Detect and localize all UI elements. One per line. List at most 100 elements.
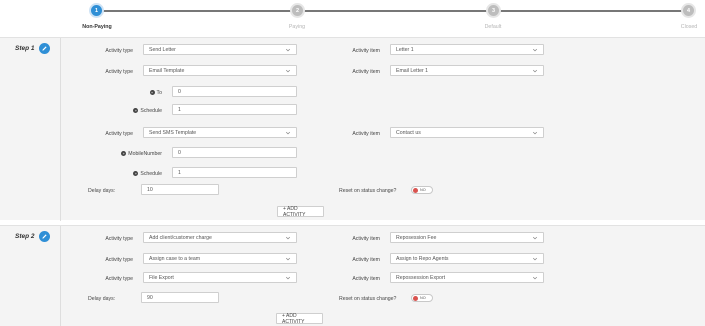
stepper-node-number: 3 (491, 7, 496, 14)
activity-item-select[interactable]: Letter 1 (390, 44, 544, 55)
delay-days-label: Delay days: (88, 296, 116, 302)
select-value: Repossession Export (396, 274, 446, 281)
activity-type-label: Activity type (105, 69, 133, 75)
stepper-label-non-paying: Non-Paying (82, 24, 112, 30)
chevron-down-icon (285, 69, 291, 73)
select-value: Send Letter (149, 46, 176, 53)
stepper-node-number: 2 (295, 7, 300, 14)
schedule-label-text: Schedule (140, 171, 162, 177)
chevron-down-icon (532, 257, 538, 261)
stepper-node-number: 4 (686, 7, 691, 14)
activity-type-select[interactable]: Email Template (143, 65, 297, 76)
step-2-panel: Step 2 Activity type Add client/customer… (0, 225, 705, 326)
activity-item-select[interactable]: Reposession Fee (390, 232, 544, 243)
activity-type-label: Activity type (105, 236, 133, 242)
status-stepper: 1 Non-Paying 2 Paying 3 Default 4 Closed (0, 0, 705, 34)
toggle-text: NO (420, 296, 426, 300)
select-value: Assign case to a team (149, 255, 201, 262)
chevron-down-icon (285, 276, 291, 280)
pencil-icon[interactable] (38, 231, 50, 242)
schedule-label: + Schedule (100, 171, 162, 177)
stepper-label-closed: Closed (680, 24, 698, 30)
activity-type-label: Activity type (105, 257, 133, 263)
stepper-track (97, 10, 687, 12)
select-value: Add client/customer charge (149, 234, 212, 241)
activity-type-select[interactable]: Add client/customer charge (143, 232, 297, 243)
stepper-node-number: 1 (94, 7, 99, 14)
delay-days-label: Delay days: (88, 188, 116, 194)
schedule-input[interactable]: 1 (172, 104, 297, 115)
reset-toggle[interactable]: NO (411, 186, 433, 194)
schedule-label-text: Schedule (140, 108, 162, 114)
activity-item-select[interactable]: Contact us (390, 127, 544, 138)
reset-toggle[interactable]: NO (411, 294, 433, 302)
chevron-down-icon (532, 236, 538, 240)
to-label-text: To (156, 90, 162, 96)
activity-type-select[interactable]: Send SMS Template (143, 127, 297, 138)
activity-item-label: Activity item (352, 276, 380, 282)
pencil-icon[interactable] (38, 43, 50, 54)
plus-circle-icon[interactable]: + (121, 151, 127, 157)
activity-item-select[interactable]: Repossession Export (390, 272, 544, 283)
step-divider (60, 38, 61, 221)
plus-circle-icon[interactable]: + (133, 108, 139, 114)
chevron-down-icon (532, 131, 538, 135)
step-1-panel: Step 1 Activity type Send Letter Activit… (0, 37, 705, 221)
activity-item-label: Activity item (352, 48, 380, 54)
activity-type-label: Activity type (105, 48, 133, 54)
select-value: Send SMS Template (149, 129, 197, 136)
delay-days-input[interactable]: 10 (141, 184, 219, 195)
add-activity-button[interactable]: + ADD ACTIVITY (277, 206, 324, 218)
plus-circle-icon[interactable]: + (133, 171, 139, 177)
select-value: Letter 1 (396, 46, 414, 53)
stepper-node-non-paying[interactable]: 1 (89, 3, 104, 18)
stepper-node-default[interactable]: 3 (486, 3, 501, 18)
add-activity-button[interactable]: + ADD ACTIVITY (276, 313, 323, 325)
toggle-knob (413, 187, 418, 193)
select-value: Email Template (149, 67, 185, 74)
mobile-number-label: + MobileNumber (100, 151, 162, 157)
stepper-label-default: Default (484, 24, 502, 30)
chevron-down-icon (532, 48, 538, 52)
stepper-label-paying: Paying (288, 24, 306, 30)
schedule-input[interactable]: 1 (172, 167, 297, 178)
step-1-title: Step 1 (15, 45, 35, 52)
select-value: Assign to Repo Agents (396, 255, 449, 262)
stepper-node-paying[interactable]: 2 (290, 3, 305, 18)
plus-circle-icon[interactable]: + (149, 90, 155, 96)
toggle-text: NO (420, 188, 426, 192)
chevron-down-icon (285, 131, 291, 135)
delay-days-input[interactable]: 90 (141, 292, 219, 303)
select-value: Email Letter 1 (396, 67, 429, 74)
select-value: Contact us (396, 129, 421, 136)
mobile-number-label-text: MobileNumber (128, 151, 162, 157)
activity-type-select[interactable]: Send Letter (143, 44, 297, 55)
activity-type-label: Activity type (105, 276, 133, 282)
step-2-header: Step 2 (15, 231, 50, 242)
select-value: File Export (149, 274, 174, 281)
chevron-down-icon (532, 69, 538, 73)
toggle-knob (413, 295, 418, 301)
stepper-node-closed[interactable]: 4 (681, 3, 696, 18)
reset-on-status-label: Reset on status change? (339, 296, 397, 302)
activity-item-select[interactable]: Assign to Repo Agents (390, 253, 544, 264)
mobile-number-input[interactable]: 0 (172, 147, 297, 158)
chevron-down-icon (285, 257, 291, 261)
step-2-title: Step 2 (15, 233, 35, 240)
activity-item-label: Activity item (352, 236, 380, 242)
select-value: Reposession Fee (396, 234, 437, 241)
chevron-down-icon (285, 48, 291, 52)
activity-item-label: Activity item (352, 131, 380, 137)
activity-item-select[interactable]: Email Letter 1 (390, 65, 544, 76)
activity-type-label: Activity type (105, 131, 133, 137)
chevron-down-icon (285, 236, 291, 240)
to-input[interactable]: 0 (172, 86, 297, 97)
activity-item-label: Activity item (352, 69, 380, 75)
chevron-down-icon (532, 276, 538, 280)
activity-type-select[interactable]: Assign case to a team (143, 253, 297, 264)
activity-type-select[interactable]: File Export (143, 272, 297, 283)
activity-item-label: Activity item (352, 257, 380, 263)
step-1-header: Step 1 (15, 43, 50, 54)
schedule-label: + Schedule (100, 108, 162, 114)
to-label: + To (100, 90, 162, 96)
